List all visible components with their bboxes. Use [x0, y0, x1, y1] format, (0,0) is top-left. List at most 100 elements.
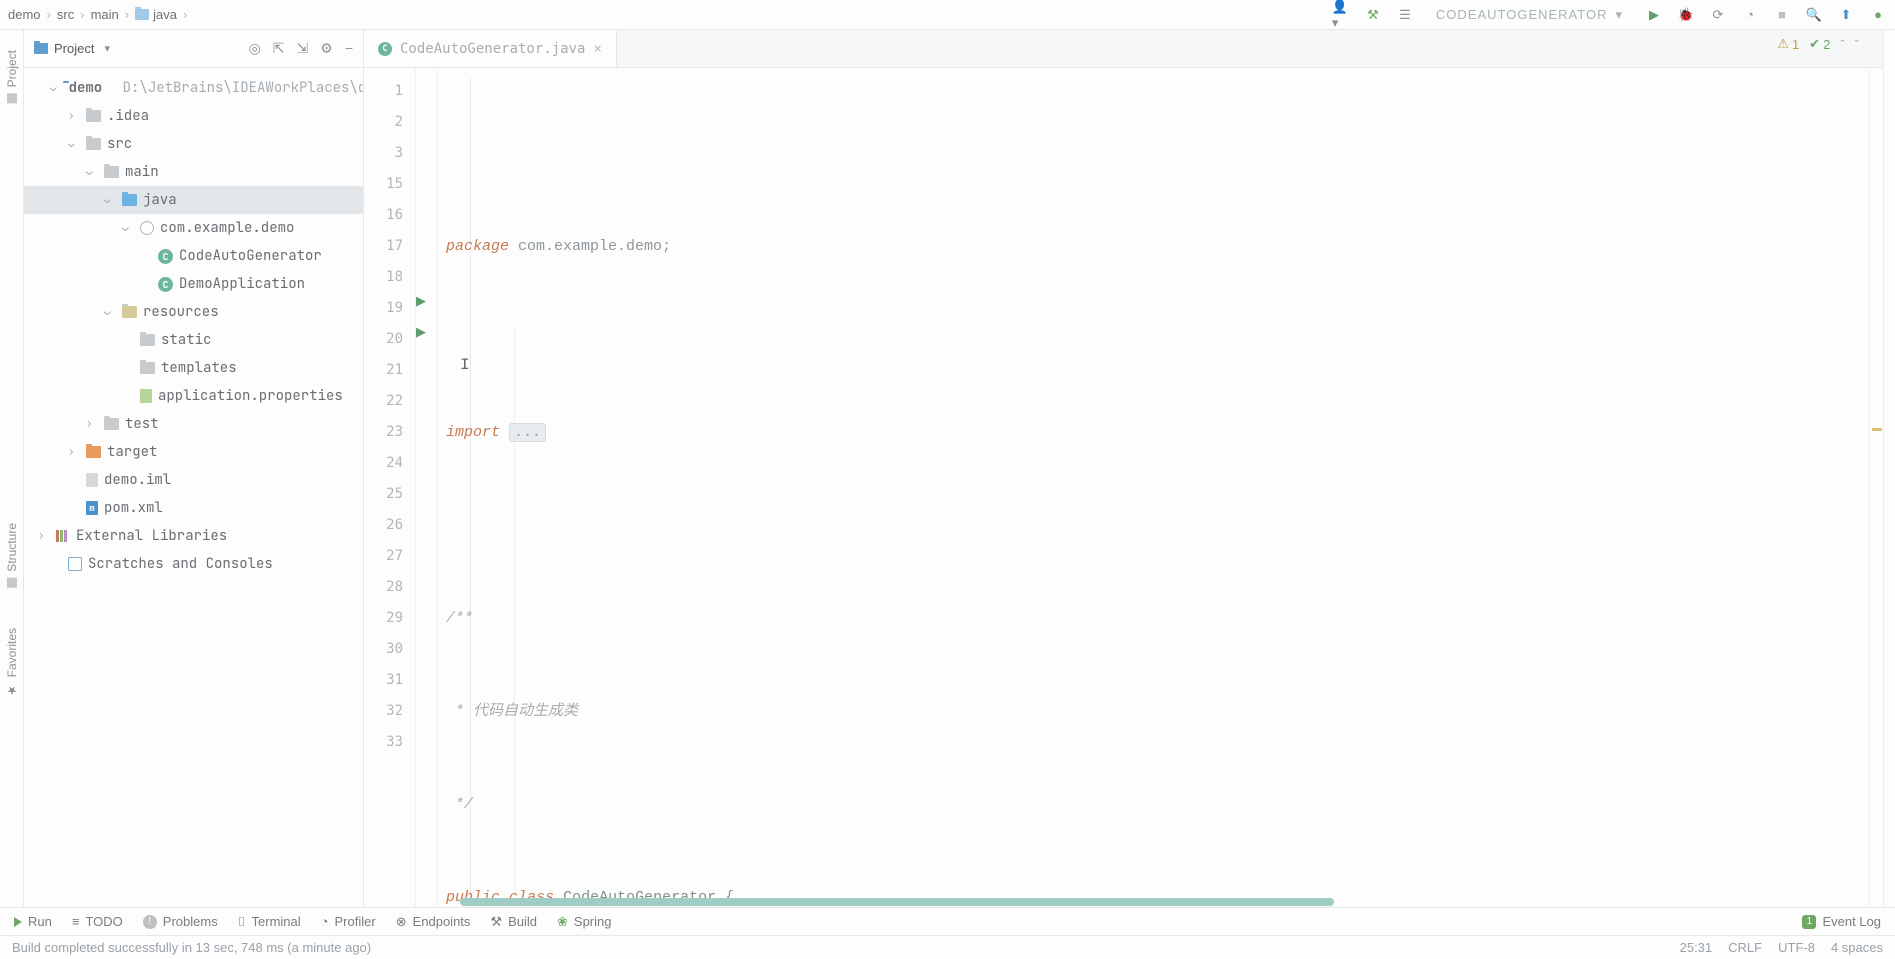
settings-icon[interactable]: ⚙	[320, 40, 333, 57]
tree-node-pom[interactable]: mpom.xml	[24, 494, 363, 522]
breadcrumb-sep: ›	[125, 7, 129, 22]
excluded-folder-icon	[86, 446, 101, 458]
scratches-icon	[68, 557, 82, 571]
breadcrumbs: demo › src › main › java ›	[8, 7, 187, 22]
tree-node-java[interactable]: java	[24, 186, 363, 214]
editor-area: C CodeAutoGenerator.java × ⚠1 ✔2 ˆ ˇ 123…	[364, 30, 1883, 907]
profiler-icon: ◔	[321, 914, 329, 929]
editor-tabs: C CodeAutoGenerator.java ×	[364, 30, 1883, 68]
tree-node-test[interactable]: test	[24, 410, 363, 438]
event-log-tab[interactable]: 1Event Log	[1802, 914, 1881, 929]
tree-node-project-root[interactable]: demo D:\JetBrains\IDEAWorkPlaces\demo	[24, 74, 363, 102]
editor-inspections-widget[interactable]: ⚠1 ✔2 ˆ ˇ	[1777, 36, 1859, 52]
package-icon	[140, 221, 154, 235]
run-target-icon[interactable]: ☰	[1396, 6, 1414, 24]
ide-avatar-icon[interactable]: ●	[1869, 6, 1887, 24]
select-opened-file-icon[interactable]: ◎	[249, 40, 261, 57]
spring-tool-tab[interactable]: ❀Spring	[557, 914, 611, 930]
run-tool-tab[interactable]: Run	[14, 914, 52, 929]
favorites-tool-tab[interactable]: ★Favorites	[5, 628, 19, 697]
tree-node-package[interactable]: com.example.demo	[24, 214, 363, 242]
stop-icon[interactable]: ■	[1773, 6, 1791, 24]
run-line-icon[interactable]: ▶	[416, 324, 426, 340]
line-separator[interactable]: CRLF	[1728, 940, 1762, 955]
debug-icon[interactable]: 🐞	[1677, 6, 1695, 24]
spring-icon: ❀	[557, 914, 568, 930]
terminal-tool-tab[interactable]: ⌷Terminal	[238, 914, 301, 930]
problems-icon: !	[143, 915, 157, 929]
project-header-tools: ◎ ⇱ ⇲ ⚙ −	[249, 40, 353, 57]
cursor-position[interactable]: 25:31	[1680, 940, 1713, 955]
problems-tool-tab[interactable]: !Problems	[143, 914, 218, 929]
tree-node-src[interactable]: src	[24, 130, 363, 158]
warnings-badge[interactable]: ⚠1	[1777, 36, 1799, 52]
editor[interactable]: 123 151617 181920 212223 242526 272829 3…	[364, 68, 1883, 907]
update-project-icon[interactable]: ⬆	[1837, 6, 1855, 24]
search-everywhere-icon[interactable]: 🔍	[1805, 6, 1823, 24]
tree-node-iml[interactable]: demo.iml	[24, 466, 363, 494]
warning-marker[interactable]	[1872, 428, 1882, 431]
tree-node-class[interactable]: CDemoApplication	[24, 270, 363, 298]
tree-node-idea[interactable]: .idea	[24, 102, 363, 130]
code-area[interactable]: I package com.example.demo; import ... /…	[438, 68, 1869, 907]
endpoints-tool-tab[interactable]: ⊗Endpoints	[396, 914, 471, 930]
class-icon: C	[378, 42, 392, 56]
project-tree[interactable]: demo D:\JetBrains\IDEAWorkPlaces\demo .i…	[24, 68, 363, 907]
folder-icon	[140, 362, 155, 374]
expand-all-icon[interactable]: ⇱	[273, 40, 285, 57]
square-icon	[7, 578, 17, 588]
error-stripe[interactable]	[1869, 68, 1883, 907]
square-icon	[7, 93, 17, 103]
profile-icon[interactable]: ◔	[1741, 6, 1759, 24]
source-folder-icon	[122, 194, 137, 206]
project-icon	[34, 43, 48, 54]
tree-node-app-properties[interactable]: application.properties	[24, 382, 363, 410]
tree-node-static[interactable]: static	[24, 326, 363, 354]
close-tab-icon[interactable]: ×	[593, 41, 601, 57]
breadcrumb-java[interactable]: java	[135, 7, 177, 22]
todo-tool-tab[interactable]: ≡TODO	[72, 914, 123, 929]
chevron-down-icon: ▾	[1615, 7, 1623, 23]
breadcrumb-src[interactable]: src	[57, 7, 74, 22]
tree-node-main[interactable]: main	[24, 158, 363, 186]
coverage-icon[interactable]: ⟳	[1709, 6, 1727, 24]
profiler-tool-tab[interactable]: ◔Profiler	[321, 914, 376, 929]
folder-icon	[104, 418, 119, 430]
project-header: Project ◎ ⇱ ⇲ ⚙ −	[24, 30, 363, 68]
editor-tab[interactable]: C CodeAutoGenerator.java ×	[364, 30, 617, 67]
project-path-label: D:\JetBrains\IDEAWorkPlaces\demo	[123, 79, 363, 97]
inspection-up-icon[interactable]: ˆ	[1840, 37, 1844, 52]
folded-region[interactable]: ...	[509, 423, 546, 442]
indent-widget[interactable]: 4 spaces	[1831, 940, 1883, 955]
collapse-all-icon[interactable]: ⇲	[297, 40, 309, 57]
tree-node-external-libraries[interactable]: External Libraries	[24, 522, 363, 550]
tree-node-templates[interactable]: templates	[24, 354, 363, 382]
project-view-selector[interactable]: Project	[34, 41, 110, 56]
tree-node-resources[interactable]: resources	[24, 298, 363, 326]
maven-file-icon: m	[86, 501, 98, 515]
breadcrumb-demo[interactable]: demo	[8, 7, 41, 22]
todo-icon: ≡	[72, 914, 80, 929]
breadcrumb-main[interactable]: main	[91, 7, 119, 22]
build-tool-tab[interactable]: ⚒Build	[490, 914, 537, 930]
build-icon[interactable]: ⚒	[1364, 6, 1382, 24]
run-line-icon[interactable]: ▶	[416, 293, 426, 309]
weak-warnings-badge[interactable]: ✔2	[1809, 36, 1830, 52]
file-encoding[interactable]: UTF-8	[1778, 940, 1815, 955]
tree-node-scratches[interactable]: Scratches and Consoles	[24, 550, 363, 578]
class-icon: C	[158, 249, 173, 264]
tree-node-class[interactable]: CCodeAutoGenerator	[24, 242, 363, 270]
hide-icon[interactable]: −	[345, 40, 353, 57]
inspection-down-icon[interactable]: ˇ	[1855, 37, 1859, 52]
run-icon[interactable]: ▶	[1645, 6, 1663, 24]
code-with-me-icon[interactable]: 👤▾	[1332, 6, 1350, 24]
tree-node-target[interactable]: target	[24, 438, 363, 466]
folder-icon	[104, 166, 119, 178]
structure-tool-tab[interactable]: Structure	[5, 523, 19, 588]
horizontal-scrollbar[interactable]	[460, 897, 1869, 907]
folder-icon	[140, 334, 155, 346]
libraries-icon	[56, 530, 70, 542]
run-configuration-selector[interactable]: CODEAUTOGENERATOR ▾	[1428, 5, 1631, 25]
project-tool-tab[interactable]: Project	[5, 50, 19, 103]
line-number-gutter[interactable]: 123 151617 181920 212223 242526 272829 3…	[364, 68, 416, 907]
